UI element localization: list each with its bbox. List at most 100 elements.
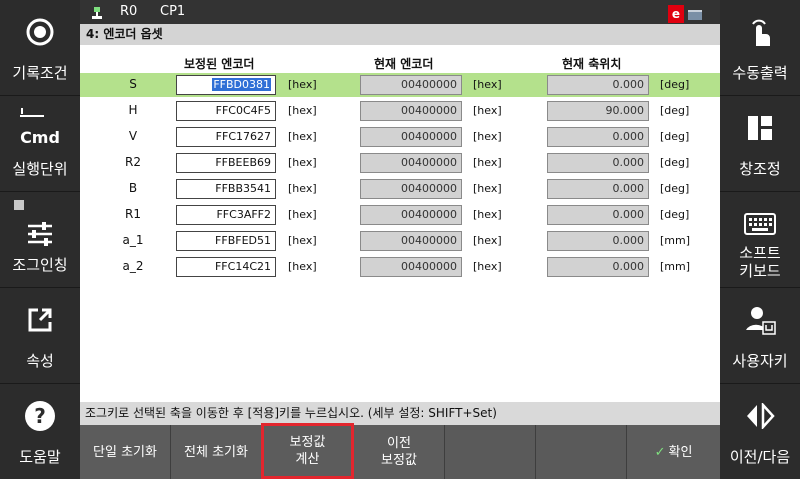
status-message: 조그키로 선택된 축을 이동한 후 [적용]키를 누르십시오. (세부 설정: … xyxy=(80,402,720,425)
corrected-encoder-field[interactable]: FFBEEB69 xyxy=(176,153,276,173)
current-encoder-unit: [hex] xyxy=(473,234,502,247)
prev-correction-button[interactable]: 이전 보정값 xyxy=(354,425,445,479)
prev-next-label: 이전/다음 xyxy=(729,448,791,466)
current-axis-unit: [deg] xyxy=(660,156,690,169)
record-condition-button[interactable]: 기록조건 xyxy=(0,0,80,96)
table-row[interactable]: R2 FFBEEB69 [hex] 00400000 [hex] 0.000 [deg] xyxy=(80,151,720,175)
keyboard-icon xyxy=(720,212,800,236)
all-reset-button[interactable]: 전체 초기화 xyxy=(171,425,262,479)
table-row[interactable]: a_1 FFBFED51 [hex] 00400000 [hex] 0.000 [mm] xyxy=(80,229,720,253)
current-encoder-field: 00400000 xyxy=(360,257,462,277)
current-encoder-field: 00400000 xyxy=(360,205,462,225)
table-row[interactable]: a_2 FFC14C21 [hex] 00400000 [hex] 0.000 [mm] xyxy=(80,255,720,279)
window-control-button[interactable]: 창조정 xyxy=(720,96,800,192)
corrected-encoder-value: FFBD0381 xyxy=(212,78,271,91)
single-reset-button[interactable]: 단일 초기화 xyxy=(80,425,171,479)
manual-output-button[interactable]: 수동출력 xyxy=(720,0,800,96)
table-row[interactable]: R1 FFC3AFF2 [hex] 00400000 [hex] 0.000 [deg] xyxy=(80,203,720,227)
corrected-encoder-field[interactable]: FFC0C4F5 xyxy=(176,101,276,121)
corrected-unit: [hex] xyxy=(288,130,317,143)
current-encoder-unit: [hex] xyxy=(473,78,502,91)
user-key-icon xyxy=(720,304,800,336)
user-key-label: 사용자키 xyxy=(732,352,788,370)
corrected-encoder-field[interactable]: FFBB3541 xyxy=(176,179,276,199)
record-condition-label: 기록조건 xyxy=(12,64,68,82)
sliders-icon xyxy=(0,218,80,250)
current-encoder-unit: [hex] xyxy=(473,182,502,195)
table-row[interactable]: S FFBD0381 [hex] 00400000 [hex] 0.000 [deg] xyxy=(80,73,720,97)
current-axis-unit: [mm] xyxy=(660,260,691,273)
current-axis-unit: [deg] xyxy=(660,208,690,221)
check-icon: ✓ xyxy=(654,444,666,460)
current-axis-field: 90.000 xyxy=(547,101,649,121)
user-key-button[interactable]: 사용자키 xyxy=(720,288,800,384)
current-axis-field: 0.000 xyxy=(547,231,649,251)
status-bar: R0 CP1 e xyxy=(80,0,720,24)
corrected-unit: [hex] xyxy=(288,260,317,273)
table-row[interactable]: H FFC0C4F5 [hex] 00400000 [hex] 90.000 [deg] xyxy=(80,99,720,123)
help-label: 도움말 xyxy=(19,448,61,466)
external-link-icon xyxy=(0,304,80,336)
corrected-encoder-field[interactable]: FFBFED51 xyxy=(176,231,276,251)
flag-icon xyxy=(688,10,702,20)
calc-label-1: 보정값 xyxy=(289,435,326,450)
right-panel: 수동출력 창조정 소프트 키보드 사용자키 이전/다음 xyxy=(720,0,800,479)
window-layout-icon xyxy=(720,112,800,144)
table-row[interactable]: V FFC17627 [hex] 00400000 [hex] 0.000 [deg] xyxy=(80,125,720,149)
current-axis-field: 0.000 xyxy=(547,127,649,147)
help-button[interactable]: ? 도움말 xyxy=(0,384,80,479)
single-reset-label: 단일 초기화 xyxy=(93,444,157,460)
bottom-toolbar: 단일 초기화 전체 초기화 보정값 계산 이전 보정값 ✓ 확인 xyxy=(80,423,720,479)
soft-keyboard-label-1: 소프트 xyxy=(739,244,781,262)
current-encoder-field: 00400000 xyxy=(360,231,462,251)
empty-slot-2 xyxy=(536,425,627,479)
current-axis-unit: [deg] xyxy=(660,130,690,143)
corrected-encoder-field[interactable]: FFBD0381 xyxy=(176,75,276,95)
axis-name: V xyxy=(128,129,138,143)
calc-correction-button[interactable]: 보정값 계산 xyxy=(261,423,354,479)
current-axis-unit: [deg] xyxy=(660,78,690,91)
corrected-encoder-field[interactable]: FFC3AFF2 xyxy=(176,205,276,225)
confirm-label: 확인 xyxy=(668,444,693,460)
axis-name: H xyxy=(128,103,138,117)
header-corrected: 보정된 엔코더 xyxy=(184,57,255,71)
current-encoder-field: 00400000 xyxy=(360,179,462,199)
corrected-encoder-value: FFBEEB69 xyxy=(215,156,271,169)
current-encoder-field: 00400000 xyxy=(360,153,462,173)
left-panel: 기록조건 Cmd 실행단위 조그인칭 속성 ? 도움말 xyxy=(0,0,80,479)
question-icon: ? xyxy=(0,400,80,432)
jog-inching-label: 조그인칭 xyxy=(12,256,68,274)
corrected-encoder-value: FFC0C4F5 xyxy=(215,104,271,117)
current-axis-field: 0.000 xyxy=(547,257,649,277)
corrected-encoder-value: FFC3AFF2 xyxy=(216,208,271,221)
header-current-encoder: 현재 엔코더 xyxy=(374,57,434,71)
error-badge[interactable]: e xyxy=(668,5,684,23)
current-axis-field: 0.000 xyxy=(547,205,649,225)
svg-text:?: ? xyxy=(34,404,46,428)
current-encoder-unit: [hex] xyxy=(473,130,502,143)
prev-next-button[interactable]: 이전/다음 xyxy=(720,384,800,479)
touch-hand-icon xyxy=(720,16,800,48)
current-axis-unit: [deg] xyxy=(660,182,690,195)
cmd-text: Cmd xyxy=(20,127,60,147)
confirm-button[interactable]: ✓ 확인 xyxy=(627,425,720,479)
window-control-label: 창조정 xyxy=(739,160,781,178)
soft-keyboard-button[interactable]: 소프트 키보드 xyxy=(720,192,800,288)
property-button[interactable]: 속성 xyxy=(0,288,80,384)
exec-unit-button[interactable]: Cmd 실행단위 xyxy=(0,96,80,192)
table-row[interactable]: B FFBB3541 [hex] 00400000 [hex] 0.000 [deg] xyxy=(80,177,720,201)
all-reset-label: 전체 초기화 xyxy=(184,444,248,460)
record-circle-icon xyxy=(0,16,80,48)
manual-output-label: 수동출력 xyxy=(732,64,788,82)
current-encoder-unit: [hex] xyxy=(473,208,502,221)
property-label: 속성 xyxy=(26,352,54,370)
robot-icon xyxy=(90,5,104,19)
corrected-encoder-field[interactable]: FFC14C21 xyxy=(176,257,276,277)
current-encoder-unit: [hex] xyxy=(473,104,502,117)
soft-keyboard-label-2: 키보드 xyxy=(739,262,781,280)
axis-name: a_1 xyxy=(122,233,144,247)
axis-name: a_2 xyxy=(122,259,144,273)
jog-inching-button[interactable]: 조그인칭 xyxy=(0,192,80,288)
corrected-unit: [hex] xyxy=(288,234,317,247)
corrected-encoder-field[interactable]: FFC17627 xyxy=(176,127,276,147)
